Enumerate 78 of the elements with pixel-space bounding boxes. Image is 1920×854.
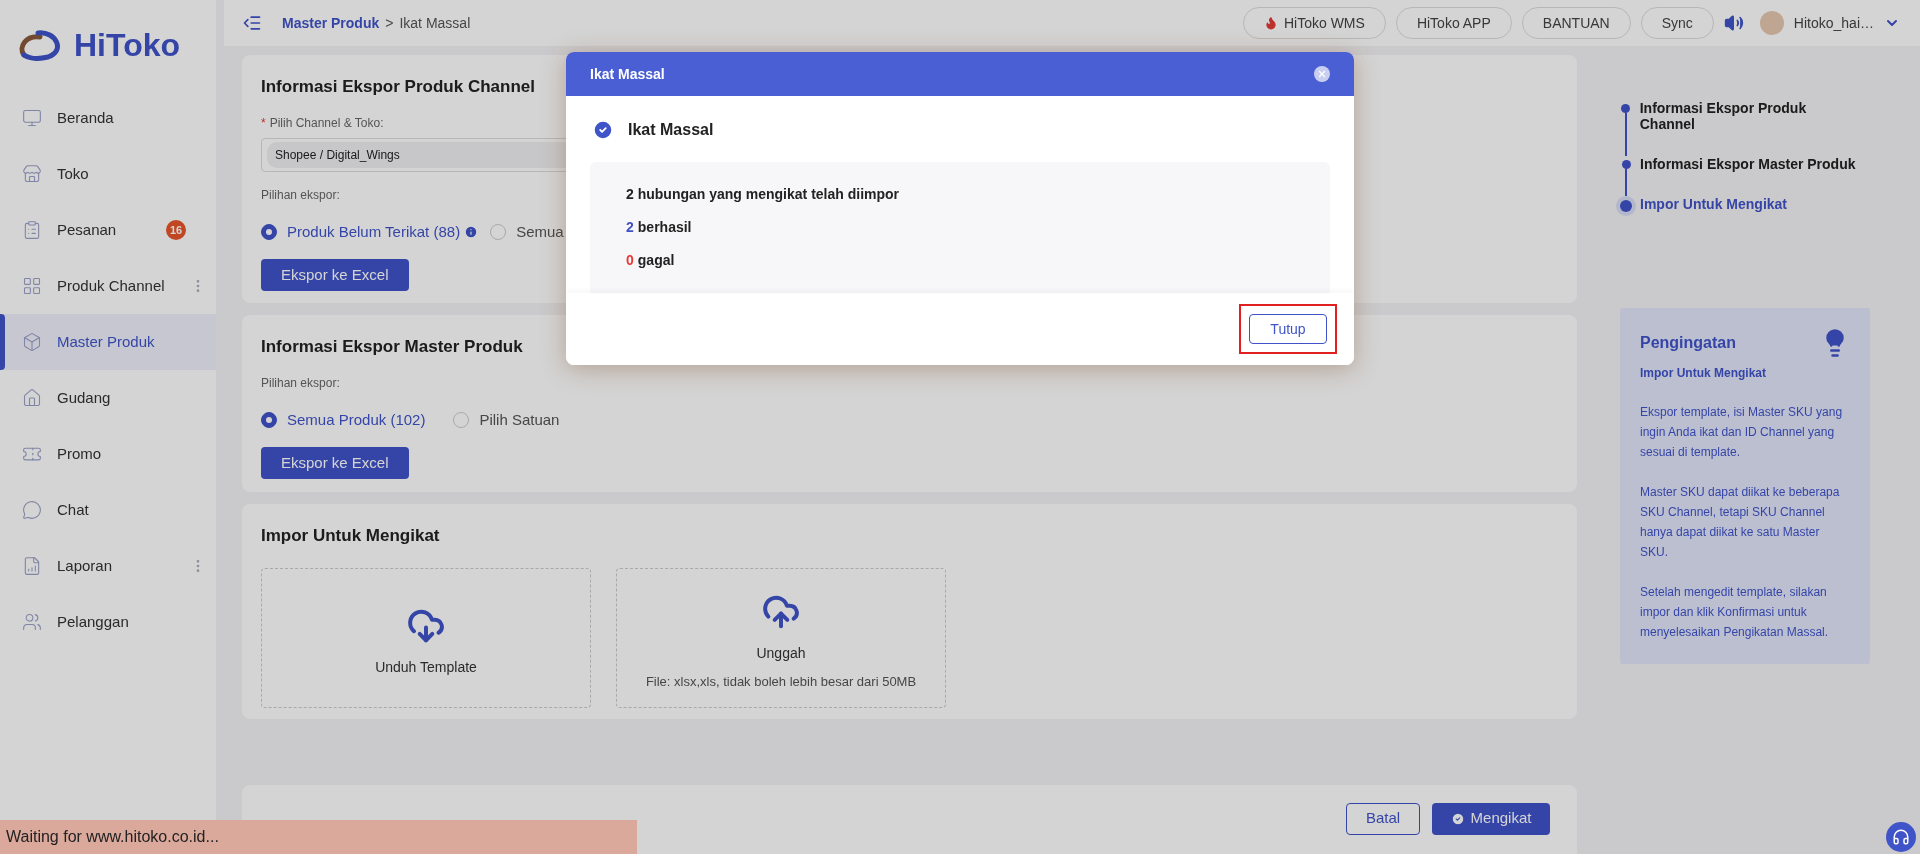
box-icon (22, 332, 42, 352)
field-label: Pilihan ekspor: (261, 186, 340, 204)
upload-area[interactable]: Unggah File: xlsx,xls, tidak boleh lebih besar dari 50MB (616, 567, 946, 708)
result-label: gagal (637, 251, 675, 270)
reminder-text: Master SKU dapat diikat ke beberapa SKU Channel, tetapi SKU Channel hanya dapat diikat ke satu Master SKU. (1640, 484, 1841, 561)
sidebar-item[interactable]: Promo (0, 426, 216, 482)
reminder-subtitle: Impor Untuk Mengikat (1640, 365, 1767, 382)
result-count: 0 (626, 251, 634, 270)
info-icon[interactable] (464, 224, 479, 239)
sidebar-item[interactable]: Gudang (0, 370, 216, 426)
sidebar-item[interactable]: Pesanan 16 (0, 202, 216, 258)
section-title: Informasi Ekspor Produk Channel (261, 76, 536, 98)
cloud-download-icon (407, 607, 445, 645)
radio-option[interactable]: Semua (490, 220, 564, 243)
section-title: Informasi Ekspor Master Produk (261, 336, 524, 358)
result-label: berhasil (637, 218, 692, 237)
export-button[interactable]: Ekspor ke Excel (261, 447, 409, 479)
reminder-text: Setelah mengedit template, silakan impor dan klik Konfirmasi untuk menyelesaikan Pengikatan Massal. (1640, 584, 1830, 641)
sidebar-item[interactable]: Laporan (0, 538, 216, 594)
monitor-icon (22, 108, 42, 128)
logo-text: HiToko (74, 26, 181, 65)
menu-icon[interactable] (242, 13, 262, 33)
header-button[interactable]: BANTUAN (1521, 7, 1631, 39)
step-link[interactable]: Informasi Ekspor Master Produk (1640, 156, 1856, 196)
field-label: Pilihan ekspor: (261, 374, 340, 392)
bind-button[interactable]: Mengikat (1432, 802, 1550, 835)
close-dialog-button[interactable]: Tutup (1249, 314, 1327, 344)
field-label: Pilih Channel & Toko: (269, 114, 384, 132)
sidebar-item[interactable]: Produk Channel (0, 258, 216, 314)
clipboard-icon (22, 220, 42, 240)
avatar (1759, 11, 1784, 35)
sidebar-item[interactable]: Toko (0, 146, 216, 202)
breadcrumb-current: Ikat Massal (399, 13, 471, 33)
step-link[interactable]: Informasi Ekspor Produk Channel (1639, 100, 1860, 156)
sidebar-item[interactable]: Beranda (0, 90, 216, 146)
reminder-title: Pengingatan (1640, 333, 1736, 353)
result-count: 2 (626, 218, 634, 237)
header-button[interactable]: HiToko APP (1395, 7, 1512, 39)
users-icon (22, 612, 42, 632)
headset-icon (1892, 828, 1910, 846)
breadcrumb-separator: > (385, 13, 394, 33)
store-icon (22, 164, 42, 184)
sidebar-item[interactable]: Master Produk (0, 314, 216, 370)
sidebar-item[interactable]: Pelanggan (0, 594, 216, 650)
cancel-button[interactable]: Batal (1346, 802, 1420, 835)
header-button[interactable]: Sync (1640, 7, 1714, 39)
house-icon (22, 388, 42, 408)
section-title: Impor Untuk Mengikat (261, 525, 441, 547)
user-name[interactable]: Hitoko_hai… (1793, 12, 1874, 34)
count-badge: 16 (166, 220, 186, 240)
dialog-title: Ikat Massal (590, 64, 665, 84)
file-hint: File: xlsx,xls, tidak boleh lebih besar dari 50MB (645, 673, 917, 692)
check-icon (1450, 811, 1465, 826)
speaker-icon[interactable] (1723, 13, 1744, 33)
dialog-heading: Ikat Massal (628, 120, 714, 140)
download-area[interactable]: Unduh Template (261, 567, 591, 708)
success-icon (592, 119, 614, 141)
support-button[interactable] (1886, 822, 1916, 852)
breadcrumb-link[interactable]: Master Produk (282, 12, 380, 34)
close-icon (1317, 69, 1327, 79)
chat-bubble-icon (22, 500, 42, 520)
sidebar-item[interactable]: Chat (0, 482, 216, 538)
required-mark: * (261, 114, 266, 132)
grid-icon (22, 276, 42, 296)
step-link[interactable]: Impor Untuk Mengikat (1640, 196, 1787, 236)
close-button[interactable] (1314, 66, 1330, 82)
result-summary: 2 hubungan yang mengikat telah diimpor (626, 185, 901, 204)
header-button[interactable]: HiToko WMS (1242, 7, 1386, 39)
radio-option[interactable]: Produk Belum Terikat (88) (261, 220, 461, 243)
report-icon (22, 556, 42, 576)
reminder-text: Ekspor template, isi Master SKU yang ingin Anda ikat dan ID Channel yang sesuai di template. (1640, 404, 1844, 461)
radio-option[interactable]: Pilih Satuan (453, 408, 560, 431)
area-label: Unduh Template (375, 658, 477, 677)
radio-option[interactable]: Semua Produk (102) (261, 408, 426, 431)
flame-icon (1263, 16, 1278, 30)
browser-status-bar: Waiting for www.hitoko.co.id... (0, 820, 637, 854)
area-label: Unggah (756, 644, 806, 664)
export-button[interactable]: Ekspor ke Excel (261, 259, 409, 291)
